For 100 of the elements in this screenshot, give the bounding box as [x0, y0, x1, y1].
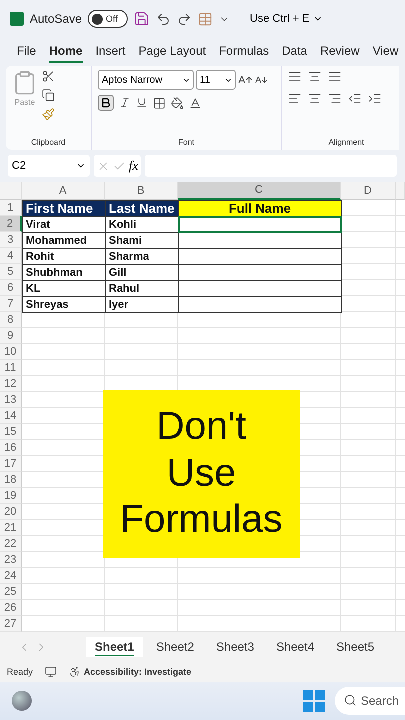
- sheet-tab[interactable]: Sheet3: [207, 637, 264, 657]
- document-title[interactable]: Use Ctrl + E: [250, 13, 323, 25]
- caption-text: Don't Use Formulas: [119, 404, 284, 544]
- bottom-align-icon[interactable]: [328, 70, 342, 84]
- row-header[interactable]: 14: [0, 408, 22, 424]
- accessibility-status[interactable]: Accessibility: Investigate: [84, 667, 192, 677]
- table-cell: Shami: [105, 232, 179, 249]
- group-label: Font: [178, 138, 194, 147]
- row-header[interactable]: 15: [0, 424, 22, 440]
- row-header[interactable]: 24: [0, 568, 22, 584]
- fill-color-icon[interactable]: [171, 96, 184, 110]
- autosave-label: AutoSave: [30, 12, 82, 26]
- table-cell: Iyer: [105, 296, 179, 313]
- row-header[interactable]: 2: [0, 216, 22, 232]
- table-cell: Kohli: [105, 216, 179, 233]
- group-label: Alignment: [328, 138, 364, 147]
- ribbon-tab[interactable]: Review: [320, 41, 360, 63]
- row-header[interactable]: 21: [0, 520, 22, 536]
- align-right-icon[interactable]: [328, 92, 342, 106]
- brush-icon[interactable]: [42, 108, 55, 121]
- font-name-dropdown[interactable]: Aptos Narrow: [98, 70, 194, 90]
- borders-icon[interactable]: [153, 96, 166, 110]
- table-cell: Mohammed: [22, 232, 106, 249]
- table-cell: Shreyas: [22, 296, 106, 313]
- row-header[interactable]: 8: [0, 312, 22, 328]
- row-header[interactable]: 11: [0, 360, 22, 376]
- row-header[interactable]: 19: [0, 488, 22, 504]
- row-header[interactable]: 3: [0, 232, 22, 248]
- row-header[interactable]: 13: [0, 392, 22, 408]
- table-cell: Shubhman: [22, 264, 106, 281]
- table-icon[interactable]: [198, 12, 214, 26]
- table-cell: First Name: [22, 200, 106, 217]
- row-header[interactable]: 12: [0, 376, 22, 392]
- sheet-tab[interactable]: Sheet1: [86, 637, 144, 657]
- align-center-icon[interactable]: [308, 92, 322, 106]
- ribbon-tab[interactable]: View: [372, 41, 399, 63]
- search-field[interactable]: Search: [335, 687, 405, 715]
- ribbon-tab[interactable]: Page Layout: [138, 41, 206, 63]
- search-icon[interactable]: [344, 694, 357, 707]
- table-cell: KL: [22, 280, 106, 297]
- row-header[interactable]: 25: [0, 584, 22, 600]
- ribbon-tab[interactable]: Insert: [96, 41, 126, 63]
- paste-label: Paste: [14, 98, 36, 107]
- underline-icon[interactable]: [136, 97, 148, 109]
- row-header[interactable]: 18: [0, 472, 22, 488]
- sheet-tab[interactable]: Sheet5: [328, 637, 384, 657]
- group-label: Clipboard: [31, 138, 66, 147]
- windows-icon[interactable]: [303, 690, 325, 712]
- row-header[interactable]: 16: [0, 440, 22, 456]
- save-icon[interactable]: [134, 11, 150, 27]
- ribbon-tab[interactable]: File: [17, 41, 36, 63]
- row-header[interactable]: 23: [0, 552, 22, 568]
- name-box[interactable]: C2: [8, 155, 90, 177]
- increase-indent-icon[interactable]: [368, 92, 382, 106]
- column-header[interactable]: C: [178, 182, 341, 200]
- bold-icon: [100, 97, 112, 109]
- row-header[interactable]: 10: [0, 344, 22, 360]
- autosave-toggle[interactable]: Off: [88, 10, 128, 28]
- table-cell: Full Name: [178, 200, 342, 217]
- row-header[interactable]: 5: [0, 264, 22, 280]
- table-cell: Virat: [22, 216, 106, 233]
- sheet-tab[interactable]: Sheet2: [147, 637, 204, 657]
- table-cell: Rohit: [22, 248, 106, 265]
- column-header[interactable]: A: [22, 182, 105, 200]
- undo-icon[interactable]: [156, 12, 172, 26]
- sheet-tab[interactable]: Sheet4: [267, 637, 324, 657]
- accessibility-icon[interactable]: [69, 666, 82, 678]
- row-header[interactable]: 6: [0, 280, 22, 296]
- redo-icon[interactable]: [177, 12, 192, 26]
- row-header[interactable]: 1: [0, 200, 22, 216]
- table-cell: Last Name: [105, 200, 179, 217]
- bold-button[interactable]: [98, 95, 114, 111]
- row-header[interactable]: 27: [0, 616, 22, 632]
- table-cell: Rahul: [105, 280, 179, 297]
- function-label[interactable]: fx: [129, 158, 138, 174]
- column-header[interactable]: D: [341, 182, 396, 200]
- row-header[interactable]: 9: [0, 328, 22, 344]
- row-header[interactable]: 26: [0, 600, 22, 616]
- status-text: Ready: [7, 667, 34, 677]
- italic-icon[interactable]: [119, 97, 131, 109]
- table-cell: Sharma: [105, 248, 179, 265]
- top-align-icon[interactable]: [288, 70, 302, 84]
- decrease-indent-icon[interactable]: [348, 92, 362, 106]
- align-left-icon[interactable]: [288, 92, 302, 106]
- row-header[interactable]: 4: [0, 248, 22, 264]
- ribbon-tab[interactable]: Formulas: [219, 41, 270, 63]
- font-color-icon[interactable]: [189, 96, 202, 110]
- copy-icon[interactable]: [42, 89, 55, 102]
- row-header[interactable]: 22: [0, 536, 22, 552]
- column-header[interactable]: B: [105, 182, 178, 200]
- row-header[interactable]: 20: [0, 504, 22, 520]
- row-header[interactable]: 7: [0, 296, 22, 312]
- ribbon-tab[interactable]: Data: [282, 41, 308, 63]
- table-cell: Gill: [105, 264, 179, 281]
- ribbon-tab[interactable]: Home: [49, 41, 83, 63]
- middle-align-icon[interactable]: [308, 70, 322, 84]
- app-orb-icon[interactable]: [12, 691, 32, 711]
- row-header[interactable]: 17: [0, 456, 22, 472]
- font-size-dropdown[interactable]: 11: [196, 70, 236, 90]
- scissors-icon[interactable]: [42, 70, 55, 83]
